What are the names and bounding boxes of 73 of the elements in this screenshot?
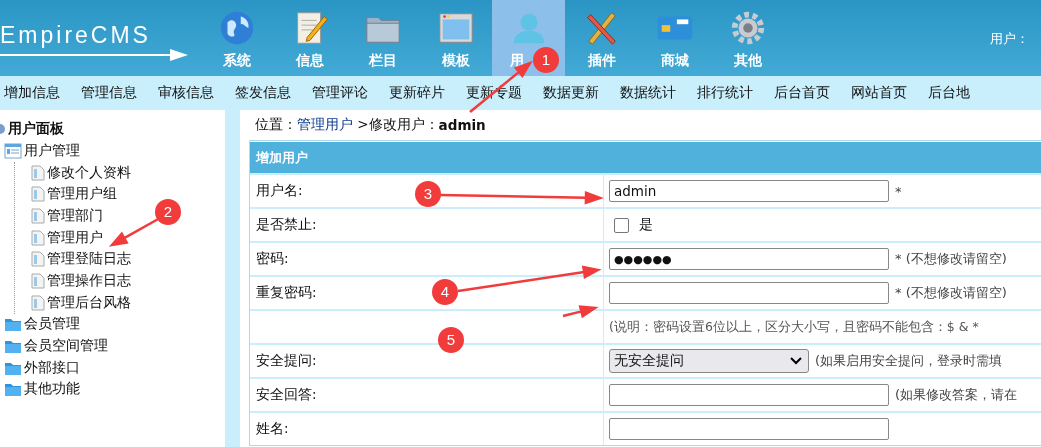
step-marker: 5 — [438, 327, 464, 353]
page-icon — [31, 164, 45, 181]
annotation-arrow — [561, 305, 597, 319]
step-marker: 3 — [415, 181, 441, 207]
page-icon — [31, 294, 45, 311]
submenu-link[interactable]: 审核信息 — [158, 84, 214, 102]
input-field[interactable] — [609, 384, 889, 406]
page-icon — [31, 186, 45, 203]
submenu-link[interactable]: 排行统计 — [697, 84, 753, 102]
tree-folder[interactable]: 其他功能 — [0, 378, 80, 401]
field-hint: * (不想修改请留空) — [895, 284, 1007, 302]
tree-item[interactable]: 管理用户 — [15, 226, 103, 249]
step-marker: 1 — [533, 47, 559, 73]
field-hint: * — [895, 183, 902, 199]
input-field[interactable]: ●●●●●● — [609, 248, 889, 270]
form-header: 增加用户 — [250, 141, 1041, 173]
select-dropdown[interactable]: 无安全提问 — [609, 349, 809, 373]
breadcrumb-label: 位置： — [255, 116, 297, 134]
field-label: 重复密码: — [256, 284, 317, 302]
tree-folder[interactable]: 用户管理 — [0, 140, 80, 162]
step-marker: 4 — [432, 279, 458, 305]
tree-item[interactable]: 管理后台风格 — [15, 291, 131, 314]
page-icon — [31, 251, 45, 268]
submenu-link[interactable]: 管理信息 — [81, 84, 137, 102]
password-note: (说明：密码设置6位以上，区分大小写，且密码不能包含：$ & * — [609, 318, 979, 336]
submenu-link[interactable]: 更新碎片 — [389, 84, 445, 102]
tree-folder[interactable]: 外部接口 — [0, 356, 80, 379]
field-label: 用户名: — [256, 182, 303, 200]
tree-folder[interactable]: 会员管理 — [0, 313, 80, 336]
submenu-link[interactable]: 后台地 — [928, 84, 970, 102]
tree-folder[interactable]: 会员空间管理 — [0, 335, 108, 357]
input-field[interactable]: admin — [609, 180, 889, 202]
page-icon — [31, 229, 45, 246]
checkbox-label: 是 — [639, 216, 653, 234]
field-label: 是否禁止: — [256, 216, 317, 234]
breadcrumb-link[interactable]: 管理用户 — [297, 116, 353, 134]
tree-item[interactable]: 管理用户组 — [15, 183, 117, 206]
step-marker: 2 — [155, 199, 181, 225]
submenu-link[interactable]: 后台首页 — [774, 84, 830, 102]
field-hint: (如果修改答案，请在 — [895, 386, 1018, 404]
checkbox[interactable] — [614, 217, 629, 233]
breadcrumb-text: >修改用户： — [356, 116, 439, 134]
folder-icon — [4, 338, 22, 355]
submenu-link[interactable]: 网站首页 — [851, 84, 907, 102]
tree-item[interactable]: 管理登陆日志 — [15, 248, 131, 271]
open-folder-icon — [4, 142, 22, 159]
user-label: 用户： — [990, 30, 1029, 48]
field-label: 安全提问: — [256, 352, 317, 370]
input-field[interactable] — [609, 282, 889, 304]
tree-title: 用户面板 — [8, 120, 64, 138]
tree-item[interactable]: 管理操作日志 — [15, 270, 131, 292]
field-label: 安全回答: — [256, 386, 317, 404]
tree-item[interactable]: 修改个人资料 — [15, 161, 131, 184]
submenu-link[interactable]: 签发信息 — [235, 84, 291, 102]
page-icon — [31, 272, 45, 289]
field-label: 密码: — [256, 250, 289, 268]
submenu-link[interactable]: 数据统计 — [620, 84, 676, 102]
field-hint: * (不想修改请留空) — [895, 250, 1007, 268]
logo: EmpireCMS — [0, 22, 152, 48]
panel-icon — [0, 123, 6, 135]
tree-item[interactable]: 管理部门 — [15, 205, 103, 227]
field-label: 姓名: — [256, 420, 289, 438]
page-icon — [31, 207, 45, 224]
folder-icon — [4, 316, 22, 333]
input-field[interactable] — [609, 418, 889, 440]
field-hint: (如果启用安全提问，登录时需填 — [815, 352, 1003, 370]
submenu-link[interactable]: 增加信息 — [4, 84, 60, 102]
folder-icon — [4, 381, 22, 398]
submenu-link[interactable]: 管理评论 — [312, 84, 368, 102]
chevron-down-icon — [790, 357, 802, 365]
breadcrumb-current: admin — [438, 117, 486, 133]
logo-arrow-icon — [0, 48, 190, 62]
submenu-link[interactable]: 数据更新 — [543, 84, 599, 102]
